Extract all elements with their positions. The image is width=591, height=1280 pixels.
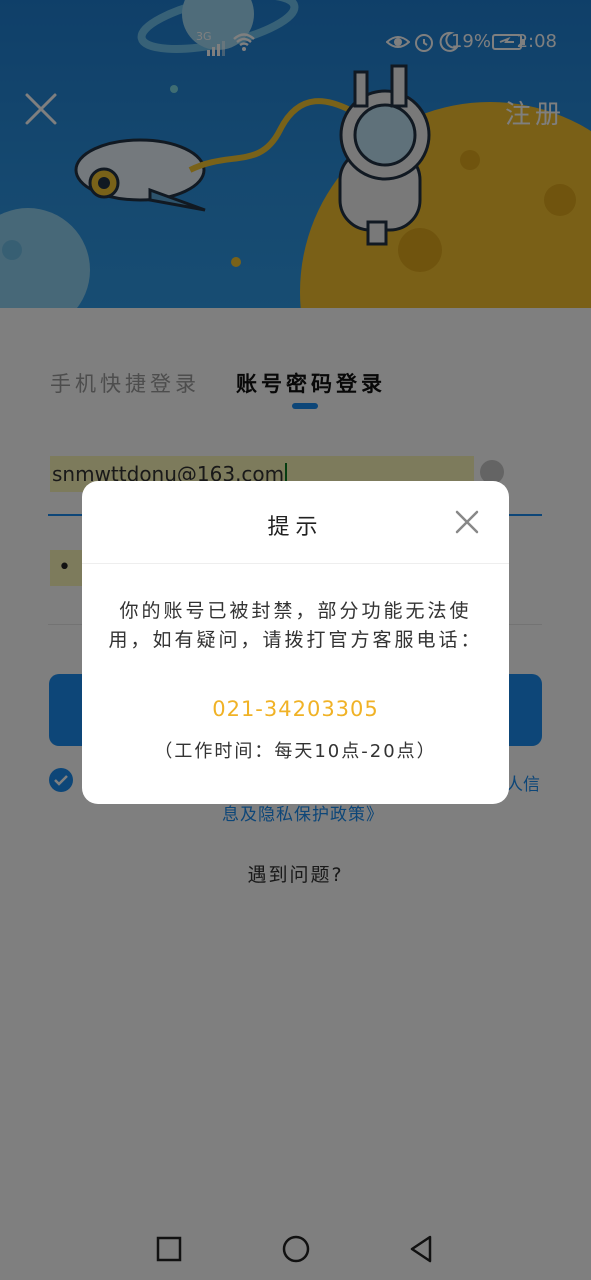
dialog-title: 提示 bbox=[267, 515, 324, 540]
service-phone-link[interactable]: 021-34203305 bbox=[82, 697, 509, 721]
dialog-message: 你的账号已被封禁，部分功能无法使用，如有疑问，请拨打官方客服电话： bbox=[108, 600, 483, 651]
dialog-divider bbox=[82, 563, 509, 564]
dialog-close-icon[interactable] bbox=[454, 509, 480, 535]
service-hours: （工作时间：每天10点-20点） bbox=[154, 741, 437, 762]
alert-dialog: 提示 你的账号已被封禁，部分功能无法使用，如有疑问，请拨打官方客服电话： 021… bbox=[82, 481, 509, 804]
